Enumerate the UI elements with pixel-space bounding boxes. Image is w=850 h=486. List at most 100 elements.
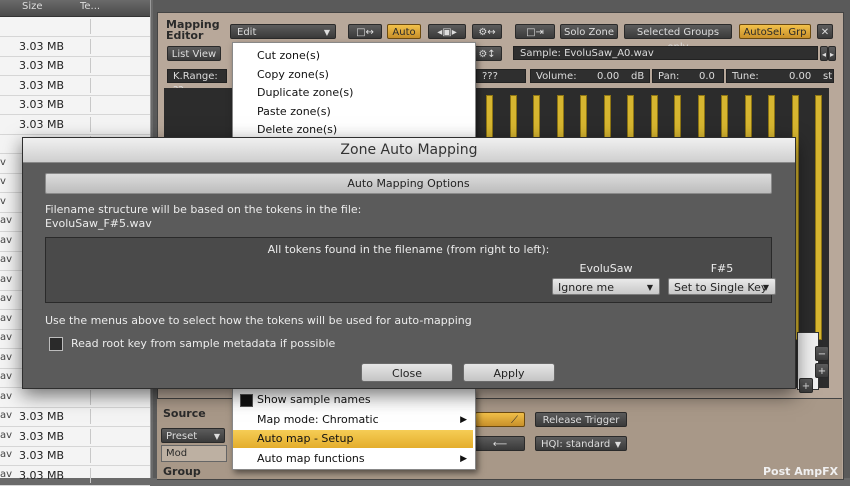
edit-menu-item[interactable]: Duplicate zone(s) [233,84,473,102]
zoom-in-icon[interactable]: + [815,363,829,378]
krange-field[interactable]: K.Range: ?? [167,69,227,96]
column-divider [90,116,103,132]
file-list-row[interactable]: av 3.03 MB [0,446,150,466]
add-icon[interactable]: + [799,378,813,393]
column-divider [90,19,103,34]
structure-text: Filename structure will be based on the … [45,203,362,216]
selected-groups-only-button[interactable]: Selected Groups only [624,24,732,53]
auto-map-menu-item[interactable]: Auto map - Setup [233,430,473,448]
auto-map-menu-item[interactable]: Auto map functions ▶ [233,450,473,468]
tokens-panel: All tokens found in the filename (from r… [45,237,776,303]
list-view-button[interactable]: List View [167,46,221,61]
hqi-dropdown[interactable]: HQI: standard ▼ [535,436,627,451]
solo-zone-button[interactable]: Solo Zone [560,24,618,39]
file-list-header: Size Te... [0,0,150,17]
close-icon[interactable]: ✕ [817,24,833,39]
file-name-fragment: av [0,273,13,285]
token-name-1: EvoluSaw [579,262,633,275]
file-size: 3.03 MB [19,410,65,423]
zoom-out-icon[interactable]: − [815,346,829,361]
next-sample-icon[interactable]: ▸ [828,46,836,61]
edit-menu: Cut zone(s) Copy zone(s) Duplicate zone(s)… [232,42,476,140]
edit-menu-item[interactable]: Cut zone(s) [233,47,473,65]
dialog-title: Zone Auto Mapping [23,138,795,163]
file-name-fragment: av [0,312,13,324]
gear-icon[interactable]: ⚙↔ [472,24,502,39]
file-list-row[interactable] [0,17,150,37]
source-label: Source [163,407,206,420]
tune-field[interactable]: Tune: 0.00 st [726,69,834,83]
volume-field[interactable]: Volume: 0.00 dB [530,69,650,83]
filename-text: EvoluSaw_F#5.wav [45,217,152,230]
file-list-row[interactable]: av 3.03 MB [0,466,150,486]
file-name-fragment: v [0,156,6,168]
file-name-fragment: av [0,449,13,460]
mapping-editor-title: Mapping Editor [166,18,220,42]
token-name-2: F#5 [710,262,734,275]
autospread-icon[interactable]: ⚙↕ [472,46,502,61]
prev-sample-icon[interactable]: ◂ [820,46,828,61]
edit-dropdown[interactable]: Edit ▼ [230,24,336,39]
column-header-te[interactable]: Te... [80,1,100,12]
group-label: Group [163,465,201,478]
release-trigger-button[interactable]: Release Trigger [535,412,627,427]
file-list-row[interactable]: 3.03 MB [0,37,150,57]
key-range-icon[interactable]: □⇥ [515,24,555,39]
auto-mapping-options-header: Auto Mapping Options [45,173,772,194]
file-list-row[interactable]: 3.03 MB [0,76,150,96]
zone-auto-mapping-dialog: Zone Auto Mapping Auto Mapping Options F… [22,137,796,389]
token-1-dropdown[interactable]: Ignore me ▼ [552,278,660,295]
file-list-row[interactable]: 3.03 MB [0,56,150,76]
file-size: 3.03 MB [19,429,65,443]
value-field[interactable]: ??? [476,69,526,83]
close-button[interactable]: Close [361,363,453,382]
auto-map-menu-item[interactable]: Map mode: Chromatic ▶ [233,411,473,429]
zoom-icon[interactable]: ◂▣▸ [428,24,466,39]
file-size: 3.03 MB [19,59,65,72]
file-list-row[interactable]: 3.03 MB [0,95,150,115]
menu-item-label: Auto map functions [257,451,365,465]
column-divider [90,467,103,483]
auto-map-menu-item[interactable]: Show sample names [233,391,473,409]
edit-menu-item[interactable]: Paste zone(s) [233,103,473,121]
token-2-dropdown[interactable]: Set to Single Key ▼ [668,278,776,295]
file-name-fragment: av [0,351,13,363]
preset-dropdown[interactable]: Preset ▼ [161,428,225,443]
column-divider [90,448,103,463]
column-divider [90,38,103,54]
tokens-header: All tokens found in the filename (from r… [267,243,550,256]
file-name-fragment: av [0,234,13,246]
column-divider [90,58,103,73]
auto-button[interactable]: Auto [387,24,421,39]
file-name-fragment: v [0,176,6,187]
instructions-text: Use the menus above to select how the to… [45,314,472,327]
file-list-row[interactable]: 3.03 MB [0,115,150,135]
mod-tab[interactable]: Mod [161,445,227,462]
read-root-key-checkbox[interactable] [49,337,63,351]
apply-button[interactable]: Apply [463,363,555,382]
file-size: 3.03 MB [19,78,65,92]
file-size: 3.03 MB [19,39,65,53]
column-divider [90,389,103,405]
file-list-row[interactable]: av 3.03 MB [0,427,150,447]
menu-item-label: Auto map - Setup [257,432,354,445]
direction-button[interactable]: ⟵ [475,436,525,451]
mode-button[interactable]: ⟋ [475,412,525,427]
autosel-grp-button[interactable]: AutoSel. Grp [739,24,811,39]
sample-field: Sample: EvoluSaw_A0.wav [513,46,818,60]
submenu-arrow-icon: ▶ [460,414,467,425]
file-name-fragment: av [0,410,13,421]
file-name-fragment: av [0,332,13,343]
edit-menu-item[interactable]: Copy zone(s) [233,66,473,84]
column-divider [90,97,103,112]
file-list-row[interactable]: av [0,388,150,408]
file-list-row[interactable]: av 3.03 MB [0,407,150,427]
file-name-fragment: av [0,254,13,265]
column-header-size[interactable]: Size [22,1,43,12]
file-name-fragment: av [0,371,13,382]
select-zone-icon[interactable]: □↔ [348,24,382,39]
submenu-arrow-icon: ▶ [460,453,467,464]
pan-field[interactable]: Pan: 0.0 [652,69,724,83]
sample-zone[interactable] [815,95,822,340]
file-name-fragment: av [0,390,13,402]
